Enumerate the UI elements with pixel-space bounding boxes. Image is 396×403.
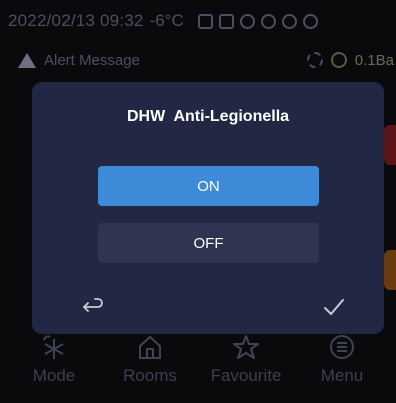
pressure-value: 0.1Ba xyxy=(354,51,394,69)
background-tile-red xyxy=(384,125,396,165)
nav-label-menu: Menu xyxy=(320,366,364,385)
nav-item-mode[interactable]: Mode xyxy=(9,330,99,386)
status-bar: 2022/02/13 09:32 -6°C xyxy=(8,0,396,42)
sun-icon xyxy=(260,13,276,29)
nav-label-favourite: Favourite xyxy=(210,366,282,385)
warning-icon xyxy=(18,52,36,68)
schedule-icon xyxy=(197,13,213,29)
nav-label-rooms: Rooms xyxy=(123,366,177,385)
calendar-icon xyxy=(218,13,234,29)
alert-message: Alert Message xyxy=(44,51,140,69)
checkmark-icon[interactable] xyxy=(321,294,347,320)
star-icon xyxy=(233,334,259,360)
nav-item-menu[interactable]: Menu xyxy=(297,330,387,386)
timer-icon xyxy=(302,13,318,29)
eco-icon xyxy=(239,13,255,29)
outdoor-temperature: -6°C xyxy=(149,11,184,30)
background-tile-orange xyxy=(384,250,396,290)
pressure-gauge-icon xyxy=(330,52,347,68)
screen-frame: 2022/02/13 09:32 -6°C Alert Message 0.1B… xyxy=(0,0,396,403)
return-arrow-icon[interactable] xyxy=(78,294,104,320)
dialog-title: DHW Anti-Legionella xyxy=(126,108,290,125)
nav-item-favourite[interactable]: Favourite xyxy=(201,330,291,386)
alert-row[interactable]: Alert Message 0.1Ba xyxy=(0,42,396,78)
anti-legionella-dialog: DHW Anti-Legionella ON OFF xyxy=(32,82,384,334)
bottom-nav: Mode Rooms Favourite Menu xyxy=(0,330,396,403)
nav-item-rooms[interactable]: Rooms xyxy=(105,330,195,386)
menu-icon xyxy=(329,334,355,360)
system-indicators: 0.1Ba xyxy=(306,51,396,69)
option-on-button[interactable]: ON xyxy=(98,166,319,206)
status-icons xyxy=(197,13,318,29)
gear-icon xyxy=(306,52,323,68)
option-off-label: OFF xyxy=(193,234,224,252)
option-off-button[interactable]: OFF xyxy=(98,223,319,263)
snowflake-sun-icon xyxy=(41,334,67,360)
nav-label-mode: Mode xyxy=(32,366,76,385)
datetime-text: 2022/02/13 09:32 xyxy=(8,11,144,30)
option-on-label: ON xyxy=(197,177,220,195)
chat-icon xyxy=(281,13,297,29)
home-icon xyxy=(137,334,163,360)
